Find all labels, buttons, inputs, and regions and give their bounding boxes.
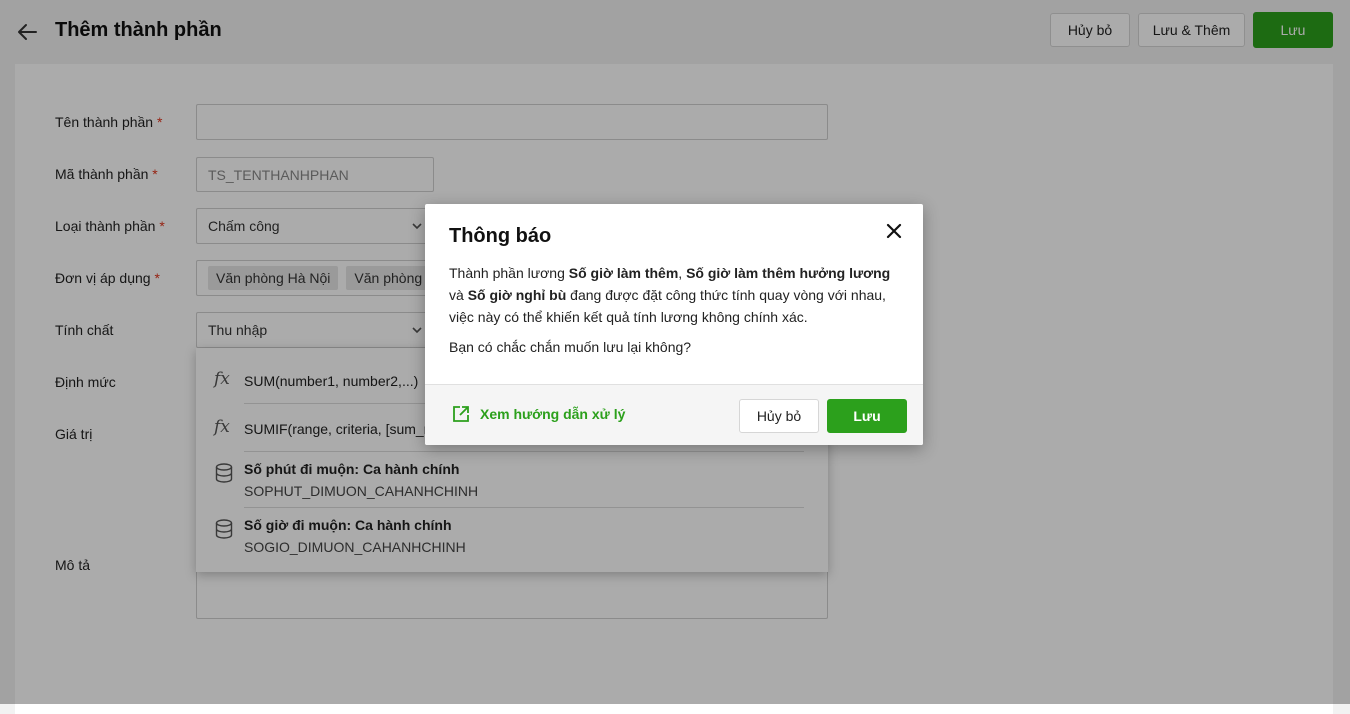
- dialog-footer: Xem hướng dẫn xử lý Hủy bỏ Lưu: [425, 384, 923, 445]
- dialog-cancel-button[interactable]: Hủy bỏ: [739, 399, 819, 433]
- dialog-question: Bạn có chắc chắn muốn lưu lại không?: [449, 339, 692, 355]
- confirm-dialog: Thông báo Thành phần lương Số giờ làm th…: [425, 204, 923, 445]
- external-link-icon: [453, 406, 469, 422]
- dialog-save-button[interactable]: Lưu: [827, 399, 907, 433]
- close-icon[interactable]: [886, 223, 902, 239]
- dialog-message: Thành phần lương Số giờ làm thêm, Số giờ…: [449, 265, 891, 325]
- dialog-title: Thông báo: [449, 225, 552, 247]
- guide-link[interactable]: Xem hướng dẫn xử lý: [452, 405, 625, 423]
- guide-link-label: Xem hướng dẫn xử lý: [480, 406, 626, 422]
